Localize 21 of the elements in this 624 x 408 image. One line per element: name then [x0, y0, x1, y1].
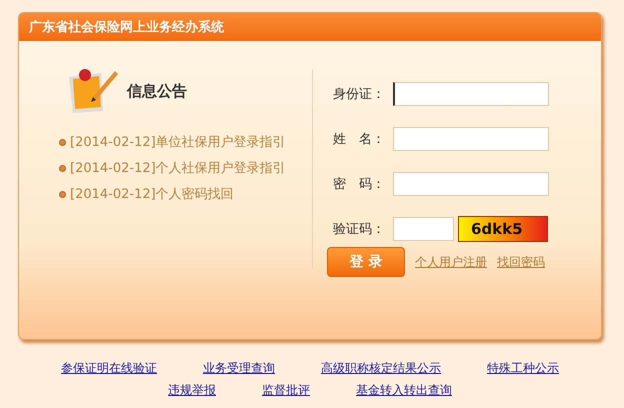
bullet-icon: [59, 190, 66, 198]
bullet-icon: [59, 164, 66, 172]
field-label: 验证码：: [333, 220, 386, 238]
field-label: 密 码：: [333, 176, 386, 192]
window-title: 广东省社会保险网上业务经办系统: [29, 18, 224, 36]
field-label: 身份证：: [333, 86, 386, 102]
footer-link[interactable]: 特殊工种公示: [487, 360, 559, 376]
footer-link[interactable]: 违规举报: [168, 382, 216, 398]
captcha-image: 6dkk5: [458, 216, 548, 242]
footer-link[interactable]: 业务受理查询: [203, 360, 275, 376]
footer-link[interactable]: 高级职称核定结果公示: [321, 360, 441, 376]
notice-title: 信息公告: [127, 82, 187, 100]
field-label: 姓 名：: [333, 130, 386, 148]
input-field[interactable]: [393, 82, 549, 106]
footer-link[interactable]: 监督批评: [262, 382, 310, 398]
footer-link[interactable]: 基金转入转出查询: [356, 382, 452, 398]
footer-link[interactable]: 参保证明在线验证: [61, 360, 157, 376]
password-field[interactable]: [393, 172, 549, 196]
captcha-field[interactable]: [393, 216, 454, 240]
bullet-icon: [59, 138, 66, 146]
input-field[interactable]: [393, 126, 549, 150]
